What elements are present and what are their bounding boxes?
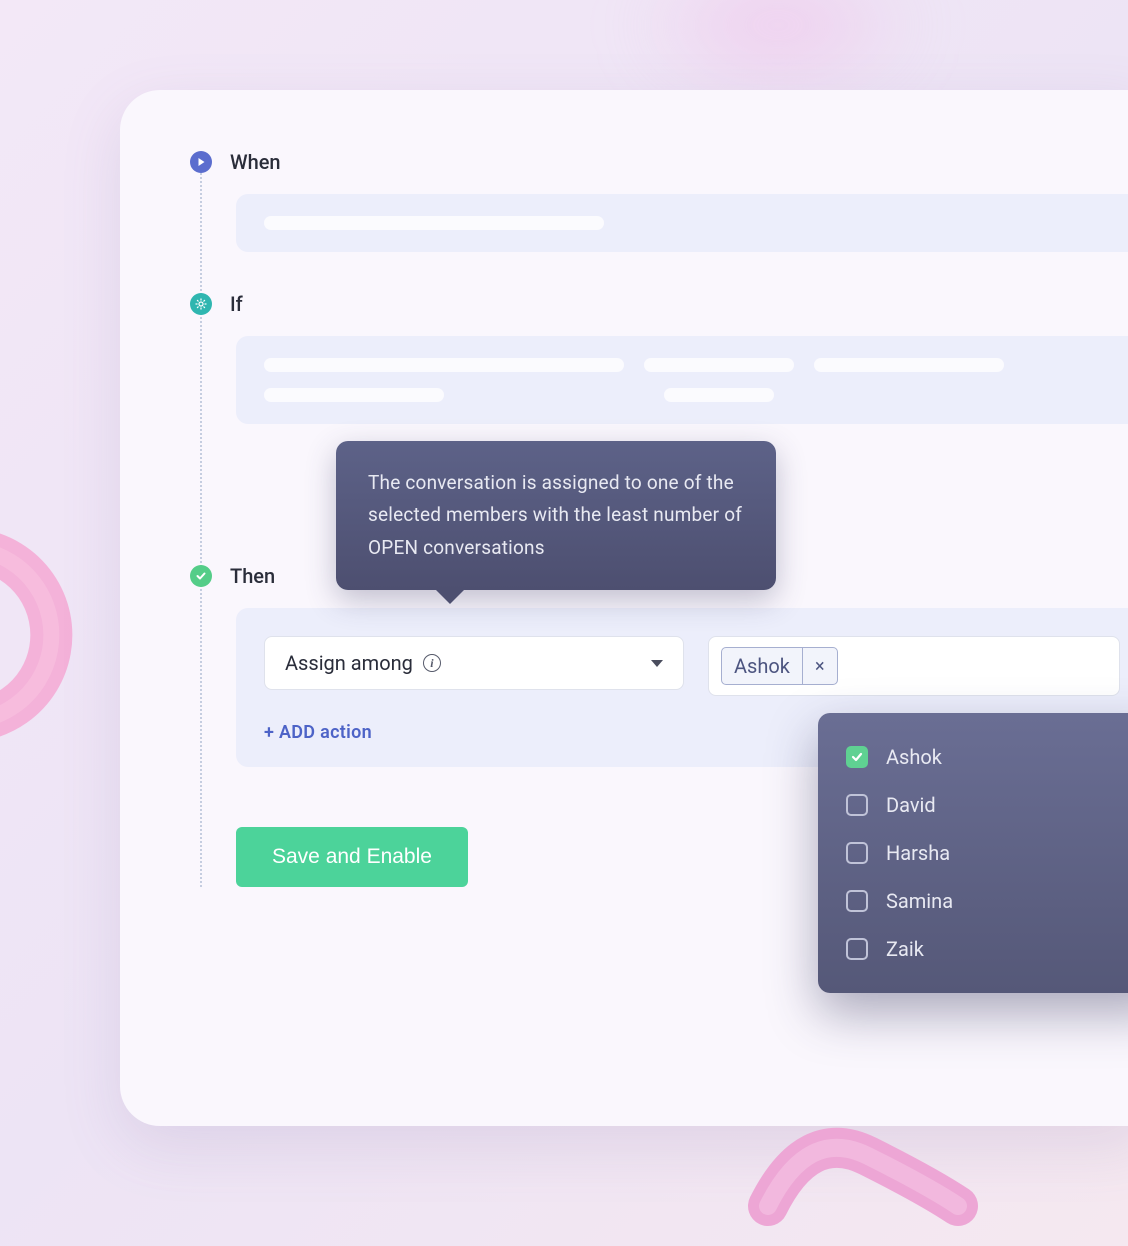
rule-builder-panel: When: [120, 90, 1128, 1126]
dropdown-selected-label: Assign among: [285, 651, 413, 675]
step-then-label: Then: [230, 564, 275, 588]
step-if-label: If: [230, 292, 243, 316]
step-if: If: [190, 292, 1128, 424]
gear-icon: [190, 293, 212, 315]
step-when: When: [190, 150, 1128, 252]
assignee-chip-field[interactable]: Ashok ×: [708, 636, 1120, 696]
members-dropdown-list: Ashok David Harsha Samina: [818, 713, 1128, 993]
chevron-down-icon: [651, 660, 663, 667]
member-option[interactable]: Ashok: [818, 733, 1128, 781]
info-icon[interactable]: i: [423, 654, 441, 672]
placeholder-line: [644, 358, 794, 372]
member-option[interactable]: Zaik: [818, 925, 1128, 973]
chip-label: Ashok: [722, 648, 803, 684]
member-option[interactable]: Harsha: [818, 829, 1128, 877]
play-icon: [190, 151, 212, 173]
check-icon: [190, 565, 212, 587]
tooltip-text: The conversation is assigned to one of t…: [368, 471, 742, 559]
decorative-worm-bottom: [748, 1066, 988, 1246]
action-type-dropdown[interactable]: Assign among i: [264, 636, 684, 690]
step-when-label: When: [230, 150, 281, 174]
member-name-label: Harsha: [886, 841, 950, 865]
checkbox-unchecked-icon[interactable]: [846, 938, 868, 960]
chip-remove-icon[interactable]: ×: [803, 648, 837, 684]
when-condition-placeholder[interactable]: [236, 194, 1128, 252]
then-action-block: The conversation is assigned to one of t…: [236, 608, 1128, 767]
checkbox-unchecked-icon[interactable]: [846, 794, 868, 816]
member-name-label: Zaik: [886, 937, 924, 961]
assign-among-tooltip: The conversation is assigned to one of t…: [336, 441, 776, 590]
placeholder-line: [814, 358, 1004, 372]
member-name-label: Samina: [886, 889, 953, 913]
member-option[interactable]: Samina: [818, 877, 1128, 925]
decorative-ring-left: [0, 520, 120, 780]
placeholder-line: [664, 388, 774, 402]
member-name-label: David: [886, 793, 936, 817]
checkbox-unchecked-icon[interactable]: [846, 890, 868, 912]
save-enable-button[interactable]: Save and Enable: [236, 827, 468, 887]
placeholder-line: [264, 358, 624, 372]
placeholder-line: [264, 216, 604, 230]
placeholder-line: [264, 388, 444, 402]
checkbox-unchecked-icon[interactable]: [846, 842, 868, 864]
member-name-label: Ashok: [886, 745, 942, 769]
if-condition-placeholder[interactable]: [236, 336, 1128, 424]
assignee-chip: Ashok ×: [721, 647, 838, 685]
member-option[interactable]: David: [818, 781, 1128, 829]
step-then: Then The conversation is assigned to one…: [190, 564, 1128, 887]
decorative-blob-top: [628, 0, 928, 100]
checkbox-checked-icon[interactable]: [846, 746, 868, 768]
